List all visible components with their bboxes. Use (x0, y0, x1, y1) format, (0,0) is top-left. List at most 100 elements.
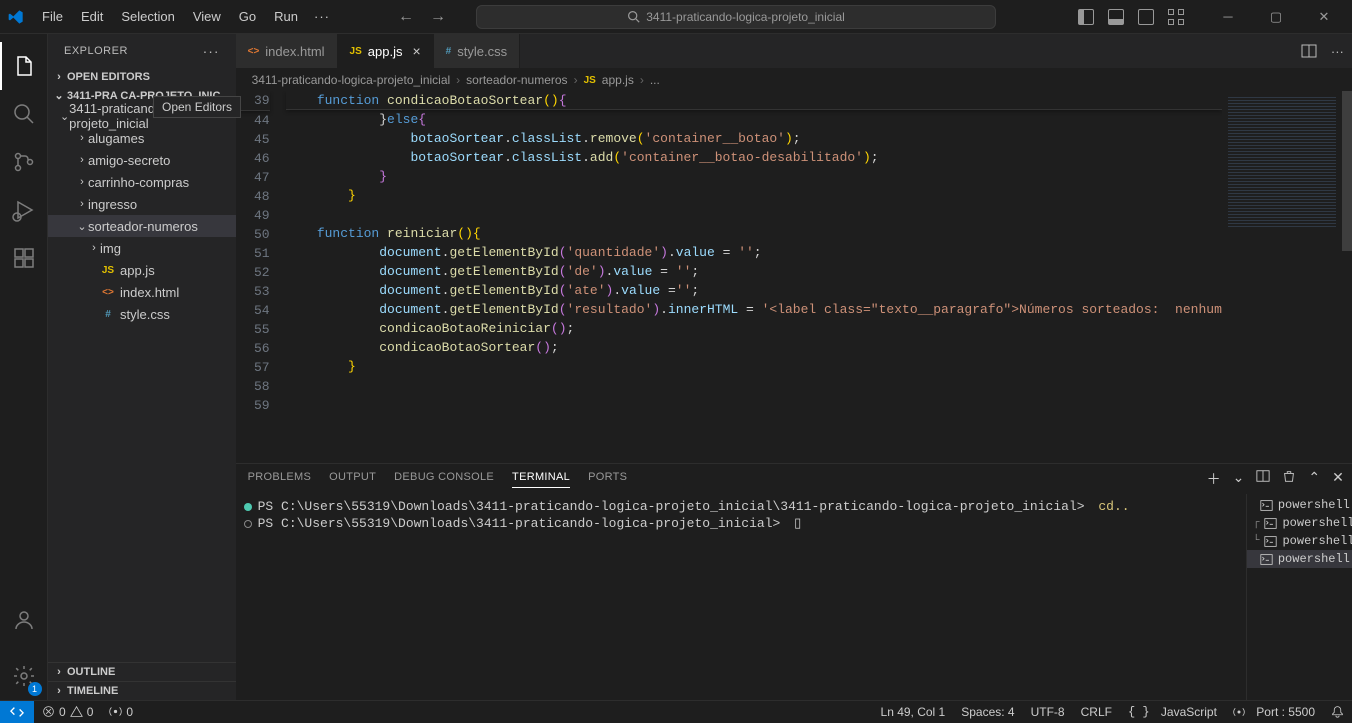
editor-tabs: <>index.htmlJSapp.js×#style.css ··· (236, 34, 1352, 69)
toggle-primary-sidebar-icon[interactable] (1078, 9, 1094, 25)
status-language[interactable]: { } JavaScript (1120, 705, 1225, 719)
broadcast-icon (1233, 706, 1245, 718)
menu-file[interactable]: File (34, 5, 71, 28)
terminal-session[interactable]: ┌powershell (1247, 514, 1352, 532)
editor-more-icon[interactable]: ··· (1331, 44, 1344, 59)
settings-badge: 1 (28, 682, 42, 696)
window-maximize-icon[interactable]: ▢ (1256, 2, 1296, 32)
tree-label: app.js (120, 263, 155, 278)
file-icon: JS (100, 265, 116, 276)
minimap[interactable] (1222, 91, 1342, 463)
menu-bar: FileEditSelectionViewGoRun (34, 5, 306, 28)
toggle-panel-icon[interactable] (1108, 9, 1124, 25)
terminal-split-icon[interactable] (1256, 469, 1270, 489)
tree-folder-ingresso[interactable]: ›ingresso (48, 193, 236, 215)
section-open-editors[interactable]: ›OPEN EDITORS (48, 68, 236, 86)
tree-label: sorteador-numeros (88, 219, 198, 234)
terminal-session[interactable]: powershell (1247, 550, 1352, 568)
breadcrumb[interactable]: 3411-praticando-logica-projeto_inicial›s… (236, 69, 1352, 91)
menu-more-icon[interactable]: ··· (306, 9, 338, 24)
tab-close-icon[interactable]: × (412, 43, 420, 59)
section-timeline[interactable]: ›TIMELINE (48, 681, 236, 700)
terminal-sessions: powershell┌powershell└powershellpowershe… (1246, 494, 1352, 700)
terminal-session[interactable]: powershell (1247, 496, 1352, 514)
panel-close-icon[interactable]: ✕ (1332, 469, 1344, 489)
activity-extensions-icon[interactable] (0, 234, 48, 282)
editor-scrollbar[interactable] (1342, 91, 1352, 463)
menu-selection[interactable]: Selection (113, 5, 182, 28)
status-eol[interactable]: CRLF (1073, 705, 1120, 719)
tree-label: style.css (120, 307, 170, 322)
window-close-icon[interactable]: ✕ (1304, 2, 1344, 32)
nav-forward-icon[interactable]: → (430, 8, 446, 26)
tree-file-app-js[interactable]: JS app.js (48, 259, 236, 281)
menu-go[interactable]: Go (231, 5, 264, 28)
file-tree: ›OPEN EDITORS ⌄3411-PRA CA-PROJETO_INIC.… (48, 68, 236, 662)
panel-tab-ports[interactable]: PORTS (588, 471, 627, 487)
terminal-output[interactable]: PS C:\Users\55319\Downloads\3411-pratica… (236, 494, 1246, 700)
nav-back-icon[interactable]: ← (398, 8, 414, 26)
status-liveserver[interactable]: Port : 5500 (1225, 705, 1323, 719)
toggle-secondary-sidebar-icon[interactable] (1138, 9, 1154, 25)
file-icon: <> (100, 287, 116, 298)
breadcrumb-item[interactable]: 3411-praticando-logica-projeto_inicial (252, 73, 451, 87)
activity-search-icon[interactable] (0, 90, 48, 138)
menu-edit[interactable]: Edit (73, 5, 111, 28)
tree-label: img (100, 241, 121, 256)
status-radio[interactable]: 0 (101, 705, 141, 719)
breadcrumb-item[interactable]: sorteador-numeros (466, 73, 567, 87)
status-cursor[interactable]: Ln 49, Col 1 (873, 705, 954, 719)
status-encoding[interactable]: UTF-8 (1023, 705, 1073, 719)
tab-index-html[interactable]: <>index.html (236, 34, 338, 68)
terminal-icon (1264, 535, 1277, 548)
panel-tab-terminal[interactable]: TERMINAL (512, 471, 570, 488)
window-minimize-icon[interactable]: ─ (1208, 2, 1248, 32)
panel-tab-debug-console[interactable]: DEBUG CONSOLE (394, 471, 494, 487)
command-center[interactable]: 3411-praticando-logica-projeto_inicial (476, 5, 996, 29)
warning-icon (70, 705, 83, 718)
sidebar-title: EXPLORER (64, 45, 128, 57)
split-editor-icon[interactable] (1301, 43, 1317, 59)
status-notifications-icon[interactable] (1323, 705, 1352, 719)
panel-tab-output[interactable]: OUTPUT (329, 471, 376, 487)
terminal-dropdown-icon[interactable]: ⌄ (1233, 469, 1245, 489)
terminal-session[interactable]: └powershell (1247, 532, 1352, 550)
remote-indicator-icon[interactable] (0, 701, 34, 723)
search-icon (627, 10, 640, 23)
tree-file-index-html[interactable]: <> index.html (48, 281, 236, 303)
line-gutter: 3944454647484950515253545556575859 (236, 91, 286, 463)
terminal-new-icon[interactable]: ＋ (1207, 469, 1221, 489)
tab-app-js[interactable]: JSapp.js× (338, 34, 434, 68)
panel-maximize-icon[interactable]: ⌃ (1308, 469, 1320, 489)
status-problems[interactable]: 0 0 (34, 705, 101, 719)
tree-folder-carrinho-compras[interactable]: ›carrinho-compras (48, 171, 236, 193)
breadcrumb-item[interactable]: ... (650, 73, 660, 87)
broadcast-icon (109, 705, 122, 718)
status-spaces[interactable]: Spaces: 4 (953, 705, 1022, 719)
activity-accounts-icon[interactable] (0, 596, 48, 644)
activity-debug-icon[interactable] (0, 186, 48, 234)
tree-folder-sorteador-numeros[interactable]: ⌄sorteador-numeros (48, 215, 236, 237)
tab-style-css[interactable]: #style.css (434, 34, 520, 68)
terminal-kill-icon[interactable] (1282, 469, 1296, 489)
menu-run[interactable]: Run (266, 5, 306, 28)
tree-file-style-css[interactable]: #style.css (48, 303, 236, 325)
error-icon (42, 705, 55, 718)
tree-folder-amigo-secreto[interactable]: ›amigo-secreto (48, 149, 236, 171)
tooltip-open-editors: Open Editors (153, 96, 241, 118)
tree-folder-img[interactable]: ›img (48, 237, 236, 259)
menu-view[interactable]: View (185, 5, 229, 28)
tree-label: ingresso (88, 197, 137, 212)
activity-explorer-icon[interactable] (0, 42, 48, 90)
breadcrumb-item[interactable]: app.js (602, 73, 634, 87)
editor-content[interactable]: function condicaoBotaoSortear(){ }else{ … (286, 91, 1222, 463)
file-icon: <> (248, 46, 260, 57)
customize-layout-icon[interactable] (1168, 9, 1184, 25)
sidebar-more-icon[interactable]: ··· (203, 43, 220, 59)
tree-label: index.html (120, 285, 179, 300)
activity-settings-icon[interactable]: 1 (0, 652, 48, 700)
panel-tab-problems[interactable]: PROBLEMS (248, 471, 312, 487)
panel-tabs: PROBLEMS OUTPUT DEBUG CONSOLE TERMINAL PORTS… (236, 464, 1352, 494)
activity-source-control-icon[interactable] (0, 138, 48, 186)
section-outline[interactable]: ›OUTLINE (48, 662, 236, 681)
